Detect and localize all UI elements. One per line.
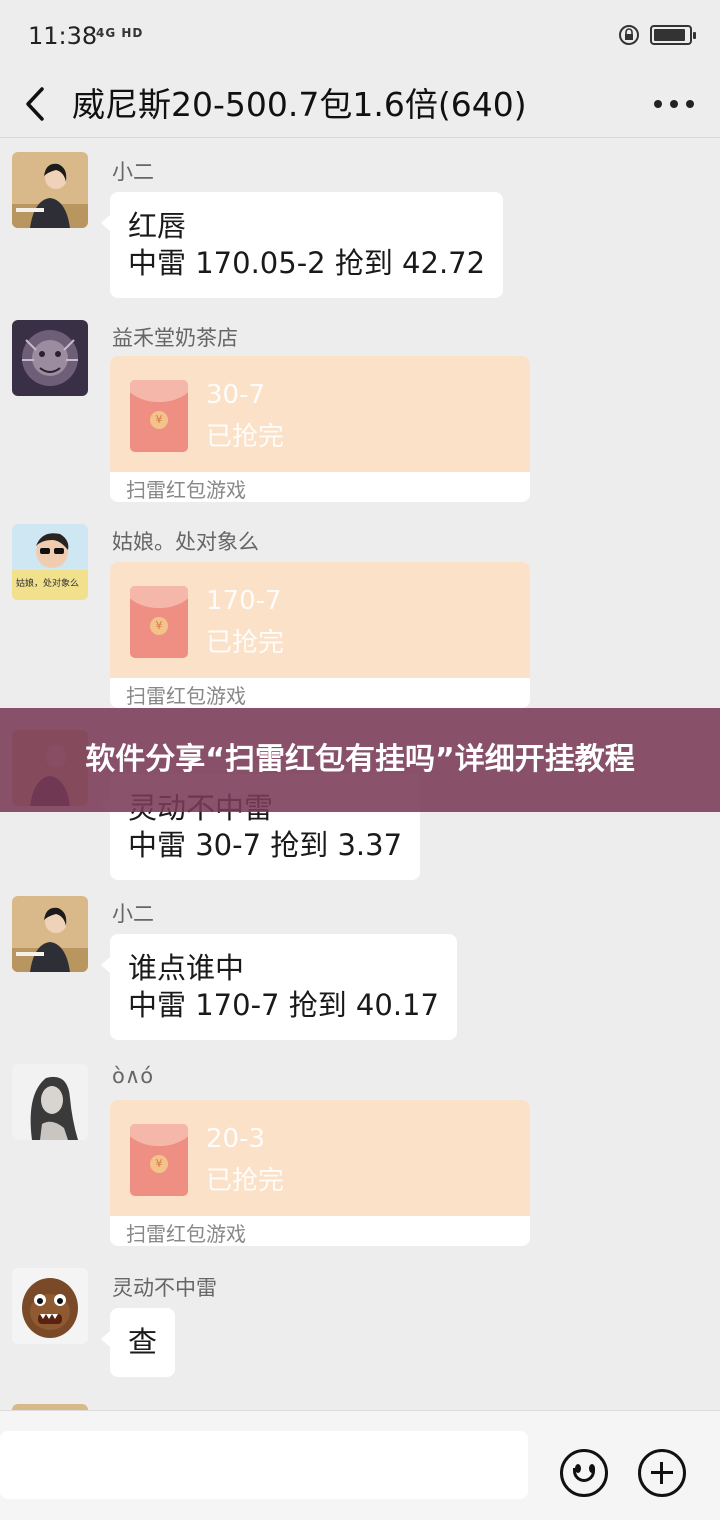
message-input[interactable] bbox=[0, 1431, 528, 1499]
sender-name: 灵动不中雷 bbox=[112, 1276, 217, 1300]
avatar[interactable] bbox=[12, 896, 88, 972]
red-packet-status: 已抢完 bbox=[206, 422, 285, 452]
status-bar: 11:38 4G HD bbox=[0, 0, 720, 72]
red-packet-label: 扫雷红包游戏 bbox=[126, 684, 246, 708]
overlay-banner: 软件分享“扫雷红包有挂吗”详细开挂教程 bbox=[0, 708, 720, 812]
avatar-caption: 姑娘，处对象么 bbox=[16, 577, 79, 589]
back-icon[interactable] bbox=[20, 80, 50, 128]
battery-level bbox=[654, 29, 685, 41]
status-time: 11:38 bbox=[28, 22, 98, 50]
network-indicator: 4G HD bbox=[96, 26, 144, 40]
sender-name: ò∧ó bbox=[112, 1064, 154, 1088]
status-icons bbox=[618, 24, 696, 46]
avatar[interactable] bbox=[12, 1268, 88, 1344]
red-packet-amount: 30-7 bbox=[206, 380, 266, 410]
battery-icon bbox=[650, 25, 696, 45]
sender-name: 小二 bbox=[112, 160, 154, 184]
message-bubble[interactable]: 谁点谁中 中雷 170-7 抢到 40.17 bbox=[101, 934, 457, 1040]
red-envelope-icon: ¥ bbox=[130, 586, 188, 658]
message-line: 中雷 170.05-2 抢到 42.72 bbox=[128, 246, 486, 280]
sender-name: 姑娘。处对象么 bbox=[112, 530, 259, 554]
red-envelope-icon: ¥ bbox=[130, 1124, 188, 1196]
sender-name: 益禾堂奶茶店 bbox=[112, 326, 238, 350]
message-bubble[interactable]: 查 bbox=[100, 1308, 176, 1377]
rotation-lock-icon bbox=[619, 25, 639, 45]
red-packet[interactable]: ¥ 30-7 已抢完 扫雷红包游戏 bbox=[110, 356, 530, 502]
avatar[interactable] bbox=[12, 1064, 88, 1140]
banner-text: 软件分享“扫雷红包有挂吗”详细开挂教程 bbox=[85, 742, 635, 777]
avatar[interactable]: 姑娘，处对象么 bbox=[12, 524, 88, 600]
message-bubble[interactable]: 红唇 中雷 170.05-2 抢到 42.72 bbox=[100, 192, 504, 298]
red-packet-label: 扫雷红包游戏 bbox=[126, 1222, 246, 1246]
red-packet-label: 扫雷红包游戏 bbox=[126, 478, 246, 502]
message-line: 谁点谁中 bbox=[128, 951, 245, 985]
red-packet[interactable]: ¥ 170-7 已抢完 扫雷红包游戏 bbox=[110, 562, 530, 708]
red-packet-status: 已抢完 bbox=[206, 628, 285, 658]
plus-icon[interactable] bbox=[638, 1449, 686, 1497]
red-packet-status: 已抢完 bbox=[206, 1166, 285, 1196]
message-line: 中雷 30-7 抢到 3.37 bbox=[128, 828, 403, 862]
sender-name: 小二 bbox=[112, 902, 154, 926]
emoji-icon[interactable] bbox=[560, 1449, 608, 1497]
message-line: 查 bbox=[128, 1325, 158, 1359]
avatar[interactable] bbox=[12, 152, 88, 228]
message-line: 红唇 bbox=[128, 209, 187, 243]
avatar[interactable] bbox=[12, 320, 88, 396]
red-packet-amount: 170-7 bbox=[206, 586, 282, 616]
message-line: 中雷 170-7 抢到 40.17 bbox=[128, 988, 439, 1022]
red-packet[interactable]: ¥ 20-3 已抢完 扫雷红包游戏 bbox=[110, 1100, 530, 1246]
red-packet-amount: 20-3 bbox=[206, 1124, 266, 1154]
chat-input-bar bbox=[0, 1410, 720, 1520]
chat-header: 威尼斯20-500.7包1.6倍(640) bbox=[0, 72, 720, 138]
more-options-icon[interactable] bbox=[654, 84, 694, 124]
red-envelope-icon: ¥ bbox=[130, 380, 188, 452]
chat-title: 威尼斯20-500.7包1.6倍(640) bbox=[72, 85, 527, 124]
